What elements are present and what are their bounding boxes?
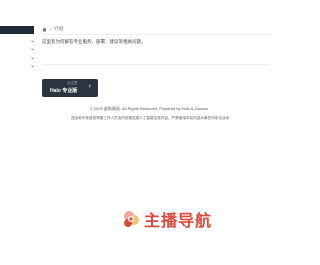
breadcrumb-separator: /	[50, 26, 52, 32]
chevron-down-icon[interactable]: ⌄	[30, 55, 35, 61]
breadcrumb-current: 介绍	[54, 26, 64, 31]
sidebar-active-item[interactable]	[0, 26, 34, 34]
arrow-right-icon: ›	[88, 83, 91, 90]
logo-text: 主播导航	[144, 211, 213, 230]
chevron-down-icon[interactable]: ⌄	[30, 63, 35, 69]
promo-subtitle: 点这里	[67, 81, 78, 85]
footer-disclaimer: 违法和不良信息举报工作人员及时处理这类人工智能生成内容，严禁使用本站内容从事任何…	[70, 116, 230, 120]
divider	[42, 34, 270, 35]
home-icon[interactable]	[42, 27, 47, 32]
breadcrumb: / 介绍	[42, 25, 63, 33]
footer-copyright: © 2025 虚拟驿站. All Rights Reserved. Powere…	[89, 106, 209, 111]
chevron-down-icon[interactable]: ⌄	[30, 46, 35, 52]
notice-text: 这里有为何解答专业服务、部署、建议等相关问题。	[42, 39, 146, 44]
divider	[42, 64, 270, 65]
pro-version-banner[interactable]: 点这里 Halo 专业版 ›	[42, 79, 98, 97]
logo-icon	[124, 211, 139, 227]
chevron-down-icon[interactable]: ⌄	[30, 38, 35, 44]
promo-label: Halo 专业版	[50, 88, 78, 94]
site-logo[interactable]: 主播导航	[120, 208, 212, 230]
